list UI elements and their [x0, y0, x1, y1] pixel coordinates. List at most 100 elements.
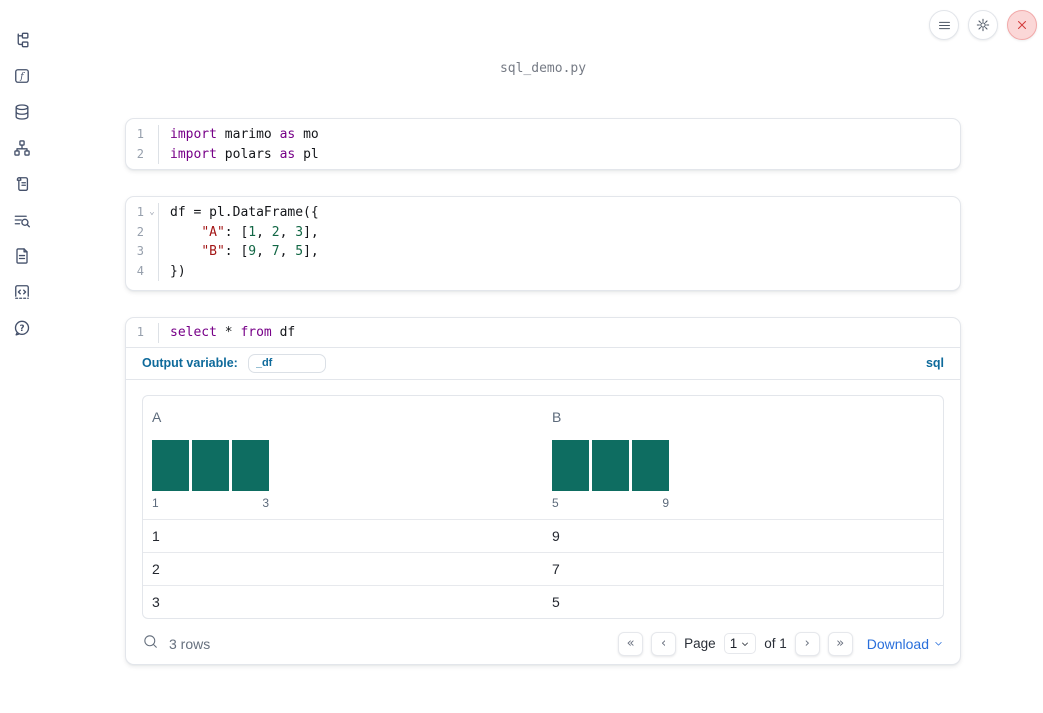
page-select-value: 1 — [729, 636, 738, 651]
pagination: « ‹ Page 1 of 1 › » — [618, 631, 853, 656]
code-line[interactable]: 1 import marimo as mo — [126, 125, 960, 145]
close-icon — [1017, 20, 1027, 30]
histogram-bar[interactable] — [152, 439, 189, 491]
table-column-header: B59 — [543, 409, 943, 510]
code-text: select * from df — [170, 325, 296, 340]
histogram-bar[interactable] — [592, 439, 629, 491]
document-icon — [16, 248, 28, 264]
histogram-bar[interactable] — [632, 439, 669, 491]
line-gutter: 4 — [126, 261, 159, 282]
histogram-bar[interactable] — [232, 439, 269, 491]
axis-label: 1 — [152, 495, 159, 510]
notebook-filename[interactable]: sql_demo.py — [125, 61, 961, 76]
code-line[interactable]: 1 select * from df — [126, 323, 960, 343]
table-body: 192735 — [143, 518, 943, 618]
column-histogram — [152, 439, 543, 491]
database-icon — [15, 104, 29, 120]
svg-text:f: f — [19, 71, 25, 82]
code-line[interactable]: 2 "A": [1, 2, 3], — [126, 222, 960, 242]
marimo-notebook-window: f ? sql_demo.py 1 import marimo as mo 2 … — [0, 0, 1043, 713]
page-of-label: of 1 — [764, 636, 787, 651]
table-header-row: A13B59 — [143, 396, 943, 519]
dependency-graph-icon — [14, 140, 30, 156]
next-page-button[interactable]: › — [794, 631, 820, 656]
code-text: import marimo as mo — [170, 127, 319, 142]
notebook-canvas: sql_demo.py 1 import marimo as mo 2 import … — [125, 0, 961, 713]
page-label: Page — [684, 636, 716, 651]
histogram-axis-labels: 59 — [552, 496, 669, 510]
axis-label: 9 — [662, 495, 669, 510]
code-block-icon — [15, 285, 29, 299]
line-gutter: 2 — [126, 144, 159, 164]
sidebar-item-datasources[interactable] — [4, 94, 40, 130]
code-line[interactable]: 4}) — [126, 261, 960, 282]
code-line[interactable]: 1 ⌄ df = pl.DataFrame({ — [126, 203, 960, 223]
code-text: }) — [170, 263, 186, 279]
axis-label: 5 — [552, 495, 559, 510]
download-button[interactable]: Download — [867, 636, 944, 652]
table-cell: 3 — [152, 593, 160, 610]
column-name[interactable]: B — [552, 409, 943, 425]
table-cell: 1 — [152, 527, 160, 544]
page-select[interactable]: 1 — [723, 633, 757, 654]
list-search-icon — [14, 215, 31, 228]
line-gutter: 1 — [126, 323, 159, 343]
sidebar-item-dependency-graph[interactable] — [4, 130, 40, 166]
line-gutter: 2 — [126, 222, 159, 242]
settings-button[interactable] — [968, 10, 998, 40]
sidebar-item-logs[interactable] — [4, 202, 40, 238]
code-text: df = pl.DataFrame({ — [170, 205, 319, 220]
line-gutter: 1 ⌄ — [126, 203, 159, 223]
sql-cell: 1 select * from df Output variable: sql A… — [125, 317, 961, 665]
table-cell: 2 — [152, 560, 160, 577]
sidebar-item-documentation[interactable] — [4, 238, 40, 274]
code-cell-imports: 1 import marimo as mo 2 import polars as pl — [125, 118, 961, 170]
help-bubble-icon: ? — [14, 320, 30, 336]
download-label: Download — [866, 635, 929, 652]
table-row[interactable]: 19 — [143, 518, 943, 552]
column-name[interactable]: A — [152, 409, 543, 425]
sidebar-item-snippets[interactable] — [4, 274, 40, 310]
table-row[interactable]: 27 — [143, 551, 943, 585]
sidebar-item-scratchpad[interactable] — [4, 166, 40, 202]
code-text: "A": [1, 2, 3], — [201, 224, 319, 240]
table-footer: 3 rows « ‹ Page 1 of 1 › » Download — [142, 626, 944, 662]
sidebar-item-variables[interactable]: f — [4, 58, 40, 94]
table-cell: 7 — [552, 560, 560, 577]
code-editor[interactable]: 1 ⌄ df = pl.DataFrame({2 "A": [1, 2, 3], 3 … — [126, 197, 960, 287]
line-gutter: 3 — [126, 242, 159, 262]
language-badge: sql — [925, 356, 944, 370]
row-count: 3 rows — [169, 635, 211, 652]
sidebar-item-file-tree[interactable] — [4, 22, 40, 58]
table-row[interactable]: 35 — [143, 584, 943, 618]
table-cell: 9 — [552, 527, 560, 544]
scroll-icon — [16, 177, 29, 191]
chevron-down-icon — [742, 642, 749, 646]
gear-icon — [976, 18, 990, 32]
sql-editor[interactable]: 1 select * from df — [126, 318, 960, 347]
line-gutter: 1 — [126, 125, 159, 145]
code-line[interactable]: 3 "B": [9, 7, 5], — [126, 242, 960, 262]
code-editor[interactable]: 1 import marimo as mo 2 import polars as pl — [126, 119, 960, 169]
histogram-bar[interactable] — [192, 439, 229, 491]
output-variable-input[interactable] — [247, 353, 326, 373]
code-text: import polars as pl — [170, 146, 319, 162]
function-icon: f — [15, 69, 29, 83]
cell-output-area: A13B59 192735 3 rows « ‹ Page 1 of 1 › »… — [126, 380, 960, 662]
sidebar-item-help[interactable]: ? — [4, 310, 40, 346]
file-tree-icon — [17, 32, 29, 48]
output-variable-label: Output variable: — [142, 356, 238, 370]
first-page-button[interactable]: « — [618, 631, 644, 656]
histogram-axis-labels: 13 — [152, 496, 269, 510]
fold-chevron-icon[interactable]: ⌄ — [146, 203, 158, 223]
code-line[interactable]: 2 import polars as pl — [126, 144, 960, 164]
search-icon[interactable] — [142, 633, 159, 655]
shutdown-button[interactable] — [1007, 10, 1037, 40]
histogram-bar[interactable] — [552, 439, 589, 491]
last-page-button[interactable]: » — [827, 631, 853, 656]
prev-page-button[interactable]: ‹ — [651, 631, 677, 656]
